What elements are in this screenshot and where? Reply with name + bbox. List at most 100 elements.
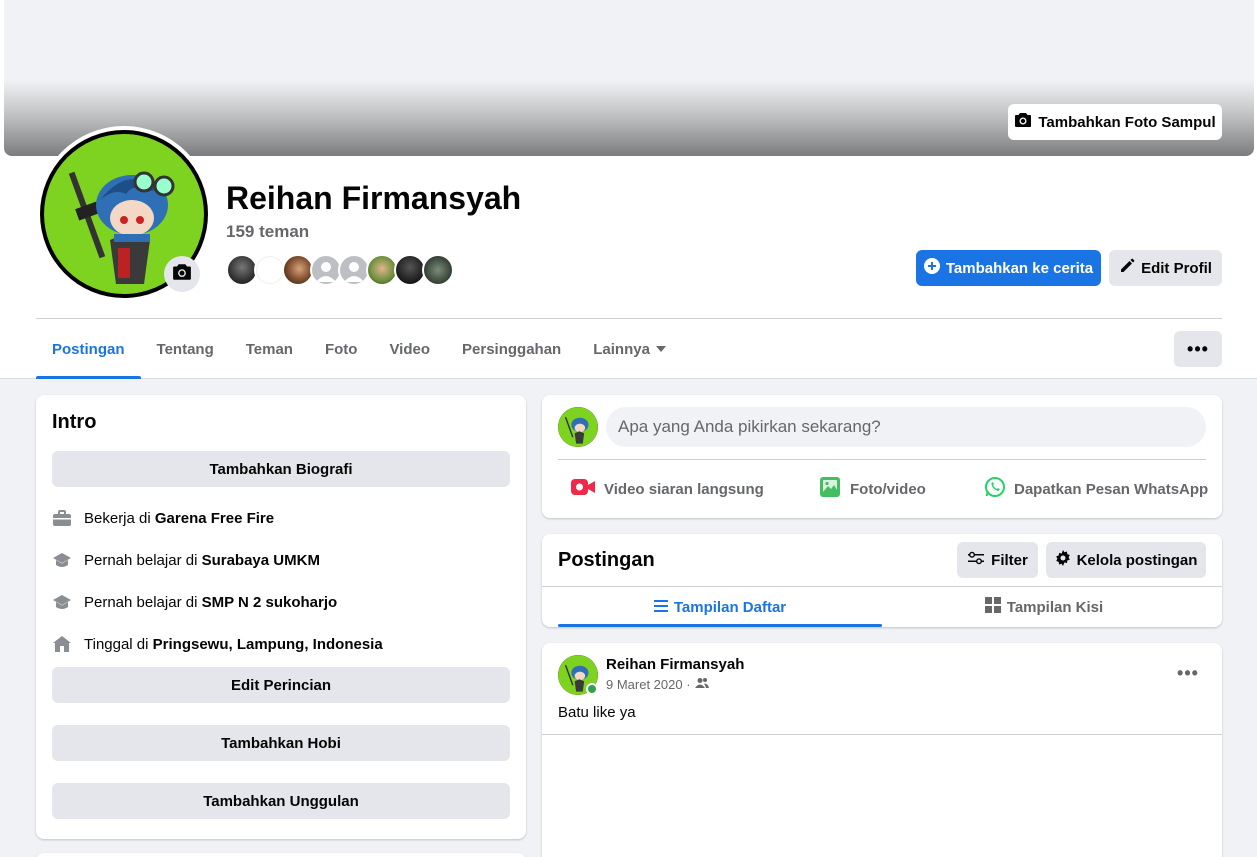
plus-circle-icon [923,258,940,278]
add-bio-label: Tambahkan Biografi [209,460,353,478]
tab-label: Postingan [52,340,125,358]
profile-more-options-button[interactable]: ••• [1174,331,1222,367]
friend-avatars [226,254,454,286]
more-dots-icon: ••• [1177,662,1199,683]
home-icon [52,634,72,654]
tab-label: Teman [245,340,293,358]
friends-audience-icon[interactable] [694,677,709,692]
tab-checkins[interactable]: Persinggahan [446,319,577,379]
tab-videos[interactable]: Video [373,319,446,379]
post-text: Batu like ya [558,704,636,721]
camera-icon [172,263,192,286]
add-cover-photo-button[interactable]: Tambahkan Foto Sampul [1008,104,1222,140]
grid-icon [984,597,1001,617]
edit-profile-button[interactable]: Edit Profil [1109,250,1222,286]
post-card: Reihan Firmansyah 9 Maret 2020 · ••• Bat… [542,643,1222,857]
tab-label: Foto [324,340,358,358]
update-profile-picture-button[interactable] [164,256,200,292]
tab-friends[interactable]: Teman [230,319,309,379]
graduation-cap-icon [52,550,72,570]
graduation-cap-icon [52,592,72,612]
edit-details-label: Edit Perincian [230,676,332,694]
filter-label: Filter [991,551,1028,569]
post-divider [542,734,1222,735]
add-bio-button[interactable]: Tambahkan Biografi [52,451,510,487]
whatsapp-label: Dapatkan Pesan WhatsApp [1014,480,1209,498]
intro-item-text: Bekerja di Garena Free Fire [84,510,274,527]
tab-grid-view[interactable]: Tampilan Kisi [882,587,1206,627]
camera-icon [1014,112,1032,132]
pencil-icon [1119,258,1135,278]
intro-title: Intro [52,411,97,433]
edit-details-button[interactable]: Edit Perincian [52,667,510,703]
school-link[interactable]: Surabaya UMKM [202,552,320,569]
friend-avatar[interactable] [422,254,454,286]
photo-video-button[interactable]: Foto/video [818,471,926,507]
tab-photos[interactable]: Foto [309,319,373,379]
intro-item-prefix: Bekerja di [84,509,155,527]
avatar[interactable] [558,407,598,447]
intro-item-text: Pernah belajar di Surabaya UMKM [84,552,320,569]
whatsapp-button[interactable]: Dapatkan Pesan WhatsApp [984,471,1208,507]
photo-video-label: Foto/video [850,480,926,498]
list-view-label: Tampilan Daftar [673,598,787,616]
tab-label: Persinggahan [462,340,562,358]
post-meta: 9 Maret 2020 · [606,677,709,692]
briefcase-icon [52,508,72,528]
photo-icon [818,475,842,503]
online-status-dot [586,683,598,695]
list-icon [653,599,668,616]
tab-about[interactable]: Tentang [141,319,230,379]
add-cover-photo-label: Tambahkan Foto Sampul [1038,113,1216,131]
video-camera-icon [570,477,596,501]
grid-view-label: Tampilan Kisi [1006,598,1104,616]
composer-divider [558,459,1206,460]
posts-title: Postingan [558,549,655,571]
add-to-story-button[interactable]: Tambahkan ke cerita [916,250,1101,286]
intro-item-education: Pernah belajar di Surabaya UMKM [52,548,320,572]
gear-icon [1055,550,1071,570]
school-link[interactable]: SMP N 2 sukoharjo [202,594,338,611]
tab-label: Tentang [156,340,214,358]
add-hobbies-label: Tambahkan Hobi [221,734,341,752]
profile-name: Reihan Firmansyah [226,180,522,216]
intro-item-text: Pernah belajar di SMP N 2 sukoharjo [84,594,337,611]
intro-item-prefix: Tinggal di [84,635,153,653]
intro-item-text: Tinggal di Pringsewu, Lampung, Indonesia [84,636,383,653]
intro-card: Intro Tambahkan Biografi Bekerja di Gare… [36,395,526,839]
manage-posts-label: Kelola postingan [1076,551,1198,569]
filter-icon [967,551,985,569]
photos-card [36,853,526,857]
location-link[interactable]: Pringsewu, Lampung, Indonesia [153,636,383,653]
posts-section: Postingan Filter Kelola postingan Tampil… [542,534,1222,627]
add-hobbies-button[interactable]: Tambahkan Hobi [52,725,510,761]
intro-item-prefix: Pernah belajar di [84,593,202,611]
intro-item-location: Tinggal di Pringsewu, Lampung, Indonesia [52,632,383,656]
live-video-button[interactable]: Video siaran langsung [570,471,764,507]
manage-posts-button[interactable]: Kelola postingan [1046,542,1206,578]
friends-count[interactable]: 159 teman [226,222,309,242]
add-featured-label: Tambahkan Unggulan [203,792,359,810]
live-video-label: Video siaran langsung [604,480,764,498]
tab-list-view[interactable]: Tampilan Daftar [558,587,882,627]
tab-more[interactable]: Lainnya [577,319,682,379]
tab-label: Video [389,340,431,358]
edit-profile-label: Edit Profil [1141,259,1212,277]
filter-button[interactable]: Filter [957,542,1038,578]
tab-label: Lainnya [593,340,650,358]
whatsapp-icon [984,476,1006,502]
post-author[interactable]: Reihan Firmansyah [606,656,744,673]
add-featured-button[interactable]: Tambahkan Unggulan [52,783,510,819]
work-place-link[interactable]: Garena Free Fire [155,510,274,527]
post-date[interactable]: 9 Maret 2020 · [606,677,691,692]
caret-down-icon [655,346,666,352]
whats-on-your-mind-input[interactable]: Apa yang Anda pikirkan sekarang? [606,407,1206,447]
composer-placeholder: Apa yang Anda pikirkan sekarang? [618,417,881,436]
more-dots-icon: ••• [1187,338,1209,359]
intro-item-prefix: Pernah belajar di [84,551,202,569]
post-composer: Apa yang Anda pikirkan sekarang? Video s… [542,395,1222,518]
tab-posts[interactable]: Postingan [36,319,141,379]
add-to-story-label: Tambahkan ke cerita [945,259,1094,277]
post-options-button[interactable]: ••• [1172,659,1204,687]
intro-item-work: Bekerja di Garena Free Fire [52,506,274,530]
